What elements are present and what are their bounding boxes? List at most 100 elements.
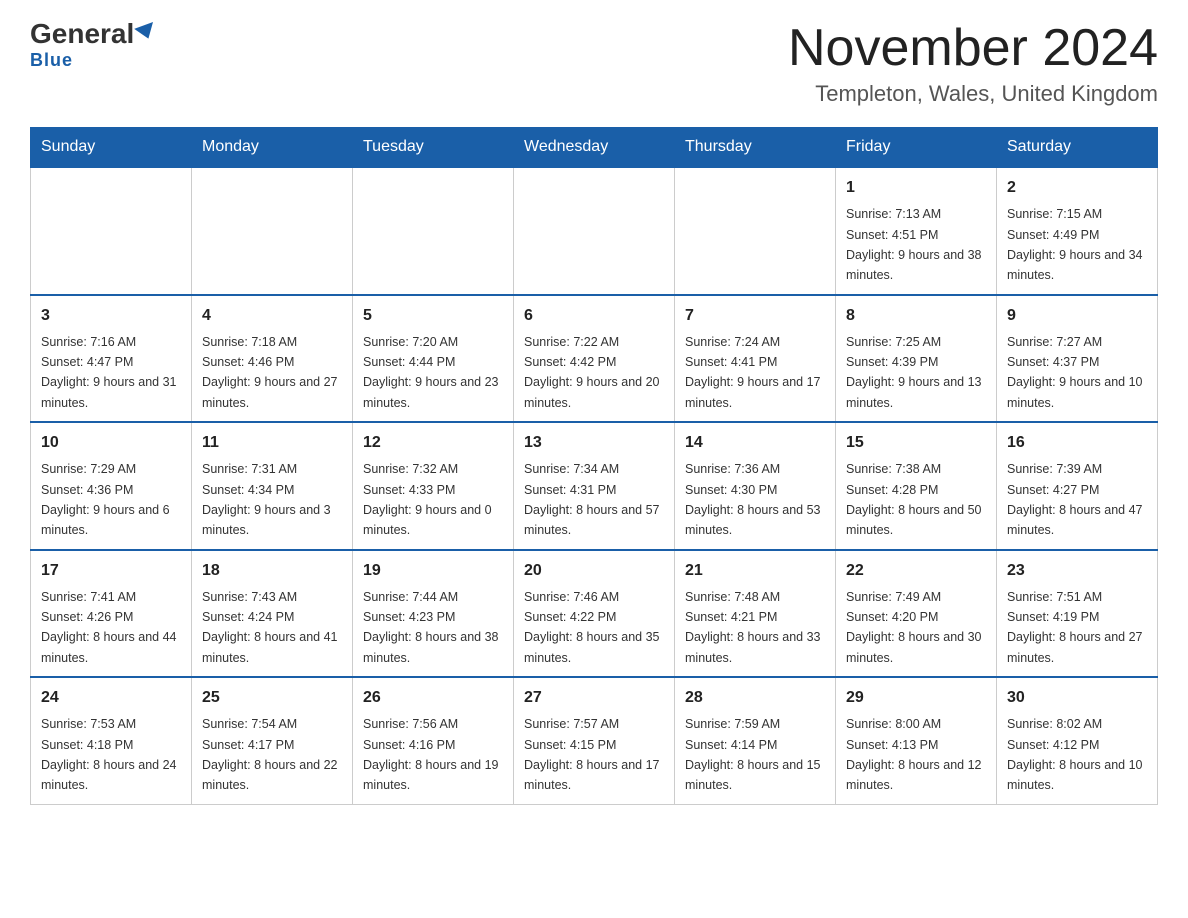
day-info: Sunrise: 7:38 AM Sunset: 4:28 PM Dayligh…	[846, 462, 982, 537]
day-number: 7	[685, 304, 825, 328]
day-info: Sunrise: 7:36 AM Sunset: 4:30 PM Dayligh…	[685, 462, 821, 537]
day-number: 4	[202, 304, 342, 328]
calendar-cell: 14 Sunrise: 7:36 AM Sunset: 4:30 PM Dayli…	[675, 422, 836, 550]
calendar-cell: 25Sunrise: 7:54 AM Sunset: 4:17 PM Dayli…	[192, 677, 353, 804]
calendar-cell: 20 Sunrise: 7:46 AM Sunset: 4:22 PM Dayli…	[514, 550, 675, 678]
calendar-week-row: 3 Sunrise: 7:16 AM Sunset: 4:47 PM Daylig…	[31, 295, 1158, 423]
weekday-header-row: SundayMondayTuesdayWednesdayThursdayFrid…	[31, 128, 1158, 168]
day-number: 14	[685, 431, 825, 455]
weekday-header-friday: Friday	[836, 128, 997, 168]
day-number: 10	[41, 431, 181, 455]
calendar-cell: 5 Sunrise: 7:20 AM Sunset: 4:44 PM Daylig…	[353, 295, 514, 423]
calendar-week-row: 17Sunrise: 7:41 AM Sunset: 4:26 PM Dayli…	[31, 550, 1158, 678]
calendar-cell: 27 Sunrise: 7:57 AM Sunset: 4:15 PM Dayli…	[514, 677, 675, 804]
calendar-cell: 29Sunrise: 8:00 AM Sunset: 4:13 PM Dayli…	[836, 677, 997, 804]
day-info: Sunrise: 7:16 AM Sunset: 4:47 PM Dayligh…	[41, 335, 177, 410]
day-info: Sunrise: 7:51 AM Sunset: 4:19 PM Dayligh…	[1007, 590, 1143, 665]
day-number: 11	[202, 431, 342, 455]
calendar-cell	[192, 167, 353, 295]
day-info: Sunrise: 7:29 AM Sunset: 4:36 PM Dayligh…	[41, 462, 170, 537]
calendar-cell: 1 Sunrise: 7:13 AM Sunset: 4:51 PM Daylig…	[836, 167, 997, 295]
day-info: Sunrise: 7:53 AM Sunset: 4:18 PM Dayligh…	[41, 717, 177, 792]
calendar-cell: 22 Sunrise: 7:49 AM Sunset: 4:20 PM Dayli…	[836, 550, 997, 678]
weekday-header-monday: Monday	[192, 128, 353, 168]
day-number: 13	[524, 431, 664, 455]
day-number: 26	[363, 686, 503, 710]
day-number: 8	[846, 304, 986, 328]
logo: General Blue	[30, 20, 156, 71]
calendar-cell: 17Sunrise: 7:41 AM Sunset: 4:26 PM Dayli…	[31, 550, 192, 678]
day-info: Sunrise: 7:39 AM Sunset: 4:27 PM Dayligh…	[1007, 462, 1143, 537]
weekday-header-sunday: Sunday	[31, 128, 192, 168]
day-info: Sunrise: 7:31 AM Sunset: 4:34 PM Dayligh…	[202, 462, 331, 537]
day-info: Sunrise: 7:48 AM Sunset: 4:21 PM Dayligh…	[685, 590, 821, 665]
day-number: 16	[1007, 431, 1147, 455]
day-number: 25	[202, 686, 342, 710]
day-info: Sunrise: 7:25 AM Sunset: 4:39 PM Dayligh…	[846, 335, 982, 410]
day-number: 19	[363, 559, 503, 583]
calendar-cell: 12 Sunrise: 7:32 AM Sunset: 4:33 PM Dayli…	[353, 422, 514, 550]
day-number: 3	[41, 304, 181, 328]
calendar-cell: 18 Sunrise: 7:43 AM Sunset: 4:24 PM Dayli…	[192, 550, 353, 678]
day-info: Sunrise: 7:27 AM Sunset: 4:37 PM Dayligh…	[1007, 335, 1143, 410]
calendar-cell: 8 Sunrise: 7:25 AM Sunset: 4:39 PM Daylig…	[836, 295, 997, 423]
calendar-cell	[353, 167, 514, 295]
day-info: Sunrise: 7:44 AM Sunset: 4:23 PM Dayligh…	[363, 590, 499, 665]
day-number: 21	[685, 559, 825, 583]
calendar-cell: 6 Sunrise: 7:22 AM Sunset: 4:42 PM Daylig…	[514, 295, 675, 423]
logo-general-text: General	[30, 20, 156, 48]
calendar-cell	[675, 167, 836, 295]
day-info: Sunrise: 7:18 AM Sunset: 4:46 PM Dayligh…	[202, 335, 338, 410]
weekday-header-tuesday: Tuesday	[353, 128, 514, 168]
calendar-cell: 28 Sunrise: 7:59 AM Sunset: 4:14 PM Dayli…	[675, 677, 836, 804]
day-number: 20	[524, 559, 664, 583]
day-number: 30	[1007, 686, 1147, 710]
day-info: Sunrise: 7:13 AM Sunset: 4:51 PM Dayligh…	[846, 207, 982, 282]
day-number: 1	[846, 176, 986, 200]
day-number: 28	[685, 686, 825, 710]
calendar-cell	[514, 167, 675, 295]
day-number: 12	[363, 431, 503, 455]
day-info: Sunrise: 7:57 AM Sunset: 4:15 PM Dayligh…	[524, 717, 660, 792]
calendar-cell: 21 Sunrise: 7:48 AM Sunset: 4:21 PM Dayli…	[675, 550, 836, 678]
weekday-header-wednesday: Wednesday	[514, 128, 675, 168]
day-number: 5	[363, 304, 503, 328]
calendar-week-row: 1 Sunrise: 7:13 AM Sunset: 4:51 PM Daylig…	[31, 167, 1158, 295]
day-info: Sunrise: 7:24 AM Sunset: 4:41 PM Dayligh…	[685, 335, 821, 410]
day-info: Sunrise: 7:22 AM Sunset: 4:42 PM Dayligh…	[524, 335, 660, 410]
calendar-week-row: 10 Sunrise: 7:29 AM Sunset: 4:36 PM Dayli…	[31, 422, 1158, 550]
day-number: 18	[202, 559, 342, 583]
weekday-header-thursday: Thursday	[675, 128, 836, 168]
day-number: 6	[524, 304, 664, 328]
calendar-main-title: November 2024	[788, 20, 1158, 77]
page-header: General Blue November 2024 Templeton, Wa…	[30, 20, 1158, 107]
calendar-cell: 3 Sunrise: 7:16 AM Sunset: 4:47 PM Daylig…	[31, 295, 192, 423]
day-info: Sunrise: 7:56 AM Sunset: 4:16 PM Dayligh…	[363, 717, 499, 792]
calendar-cell: 11 Sunrise: 7:31 AM Sunset: 4:34 PM Dayli…	[192, 422, 353, 550]
day-number: 23	[1007, 559, 1147, 583]
day-info: Sunrise: 7:59 AM Sunset: 4:14 PM Dayligh…	[685, 717, 821, 792]
calendar-title-area: November 2024 Templeton, Wales, United K…	[788, 20, 1158, 107]
calendar-cell: 10 Sunrise: 7:29 AM Sunset: 4:36 PM Dayli…	[31, 422, 192, 550]
day-info: Sunrise: 7:46 AM Sunset: 4:22 PM Dayligh…	[524, 590, 660, 665]
weekday-header-saturday: Saturday	[997, 128, 1158, 168]
calendar-week-row: 24Sunrise: 7:53 AM Sunset: 4:18 PM Dayli…	[31, 677, 1158, 804]
calendar-cell: 16 Sunrise: 7:39 AM Sunset: 4:27 PM Dayli…	[997, 422, 1158, 550]
day-info: Sunrise: 7:34 AM Sunset: 4:31 PM Dayligh…	[524, 462, 660, 537]
day-number: 22	[846, 559, 986, 583]
day-number: 9	[1007, 304, 1147, 328]
calendar-cell: 23 Sunrise: 7:51 AM Sunset: 4:19 PM Dayli…	[997, 550, 1158, 678]
logo-blue-text: Blue	[30, 50, 73, 71]
day-number: 27	[524, 686, 664, 710]
day-info: Sunrise: 7:43 AM Sunset: 4:24 PM Dayligh…	[202, 590, 338, 665]
day-info: Sunrise: 8:02 AM Sunset: 4:12 PM Dayligh…	[1007, 717, 1143, 792]
day-number: 17	[41, 559, 181, 583]
day-info: Sunrise: 7:49 AM Sunset: 4:20 PM Dayligh…	[846, 590, 982, 665]
calendar-cell: 15Sunrise: 7:38 AM Sunset: 4:28 PM Dayli…	[836, 422, 997, 550]
calendar-cell: 26 Sunrise: 7:56 AM Sunset: 4:16 PM Dayli…	[353, 677, 514, 804]
calendar-cell: 2Sunrise: 7:15 AM Sunset: 4:49 PM Daylig…	[997, 167, 1158, 295]
calendar-cell: 13 Sunrise: 7:34 AM Sunset: 4:31 PM Dayli…	[514, 422, 675, 550]
day-info: Sunrise: 7:32 AM Sunset: 4:33 PM Dayligh…	[363, 462, 492, 537]
calendar-cell: 24Sunrise: 7:53 AM Sunset: 4:18 PM Dayli…	[31, 677, 192, 804]
day-info: Sunrise: 7:20 AM Sunset: 4:44 PM Dayligh…	[363, 335, 499, 410]
